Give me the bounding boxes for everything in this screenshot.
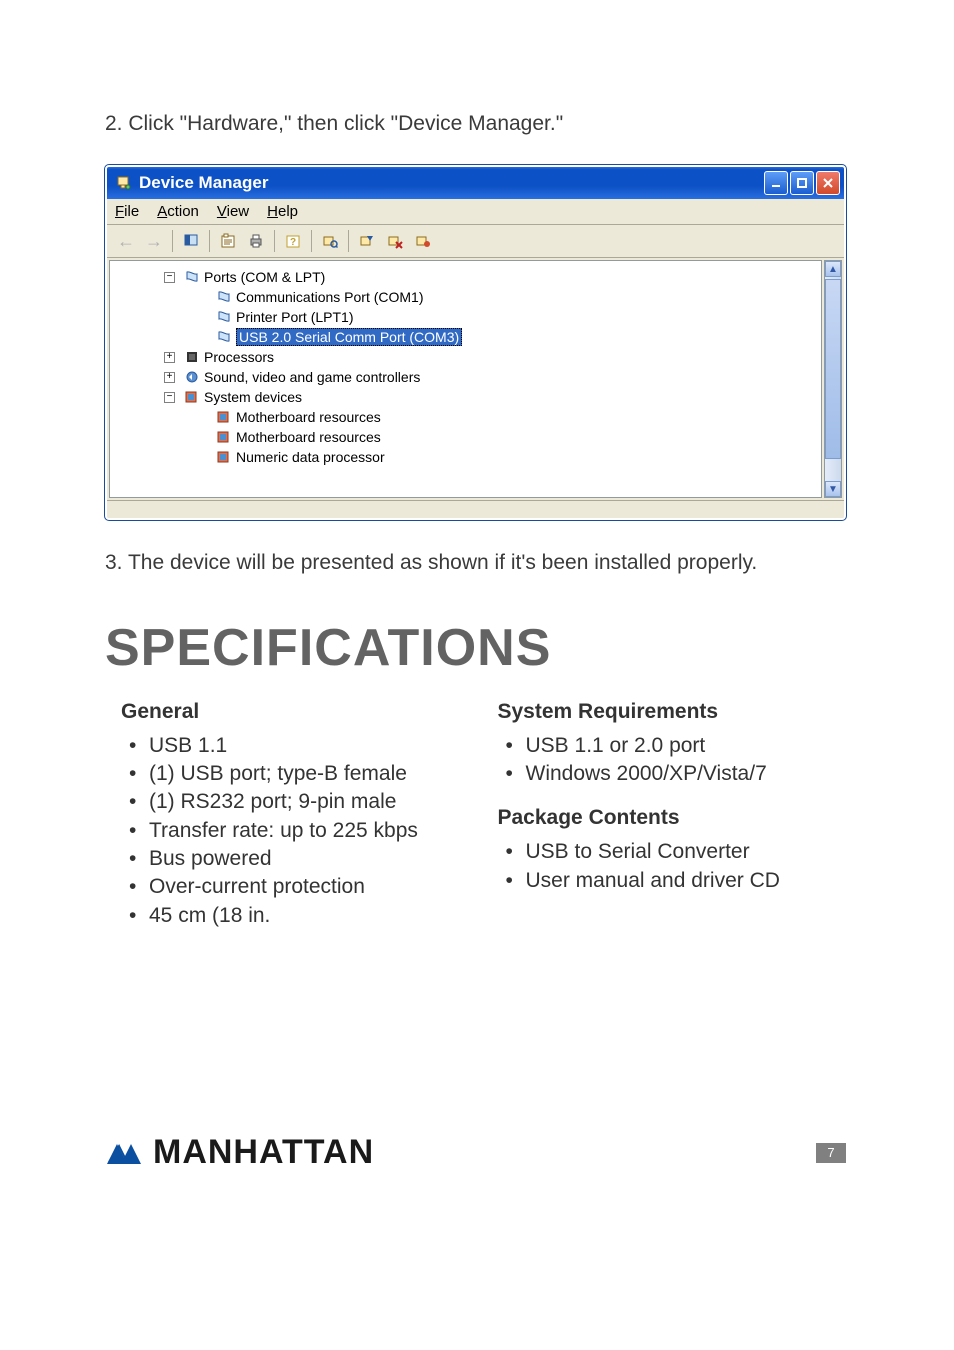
- instruction-step-2: 2. Click "Hardware," then click "Device …: [105, 110, 846, 137]
- tree-label-selected: USB 2.0 Serial Comm Port (COM3): [236, 328, 462, 346]
- menu-file[interactable]: File: [115, 203, 139, 220]
- list-item: User manual and driver CD: [526, 867, 847, 895]
- close-button[interactable]: [816, 171, 840, 195]
- tree-label: Processors: [204, 349, 274, 365]
- svg-text:?: ?: [290, 237, 296, 248]
- device-tree[interactable]: − Ports (COM & LPT) Communications Port …: [109, 260, 822, 498]
- tree-node-lpt1[interactable]: Printer Port (LPT1): [114, 307, 817, 327]
- tree-node-mb1[interactable]: Motherboard resources: [114, 407, 817, 427]
- tree-label: System devices: [204, 389, 302, 405]
- tree-label: Sound, video and game controllers: [204, 369, 420, 385]
- maximize-button[interactable]: [790, 171, 814, 195]
- tree-node-ports[interactable]: − Ports (COM & LPT): [114, 267, 817, 287]
- titlebar[interactable]: Device Manager: [107, 167, 844, 199]
- list-item: (1) USB port; type-B female: [149, 760, 470, 788]
- tree-label: Communications Port (COM1): [236, 289, 424, 305]
- collapse-icon[interactable]: −: [164, 272, 175, 283]
- pkg-list: USB to Serial Converter User manual and …: [498, 838, 847, 895]
- heading-system-requirements: System Requirements: [498, 700, 847, 724]
- brand-mark-icon: [105, 1138, 149, 1168]
- tree-node-com1[interactable]: Communications Port (COM1): [114, 287, 817, 307]
- tree-node-usb-serial[interactable]: USB 2.0 Serial Comm Port (COM3): [114, 327, 817, 347]
- scroll-down-icon[interactable]: ▼: [825, 481, 841, 497]
- port-icon: [216, 309, 232, 325]
- list-item: USB 1.1: [149, 732, 470, 760]
- statusbar: [107, 500, 844, 518]
- scroll-thumb[interactable]: [825, 279, 841, 459]
- tree-node-ndp[interactable]: Numeric data processor: [114, 447, 817, 467]
- tree-label: Ports (COM & LPT): [204, 269, 325, 285]
- device-manager-icon: [115, 174, 133, 192]
- help-icon[interactable]: ?: [280, 228, 306, 254]
- uninstall-icon[interactable]: [354, 228, 380, 254]
- instruction-step-3: 3. The device will be presented as shown…: [105, 548, 846, 577]
- list-item: USB to Serial Converter: [526, 838, 847, 866]
- brand-name: MANHATTAN: [153, 1133, 374, 1172]
- tree-node-mb2[interactable]: Motherboard resources: [114, 427, 817, 447]
- list-item: Bus powered: [149, 845, 470, 873]
- collapse-icon[interactable]: −: [164, 392, 175, 403]
- menu-help[interactable]: Help: [267, 203, 298, 220]
- list-item: Over-current protection: [149, 873, 470, 901]
- scroll-track[interactable]: [825, 277, 841, 481]
- list-item: USB 1.1 or 2.0 port: [526, 732, 847, 760]
- processor-icon: [184, 349, 200, 365]
- tree-node-system-devices[interactable]: − System devices: [114, 387, 817, 407]
- vertical-scrollbar[interactable]: ▲ ▼: [824, 260, 842, 498]
- tree-label: Motherboard resources: [236, 429, 381, 445]
- scroll-up-icon[interactable]: ▲: [825, 261, 841, 277]
- disable-icon[interactable]: [382, 228, 408, 254]
- list-item: (1) RS232 port; 9-pin male: [149, 788, 470, 816]
- back-button[interactable]: ←: [113, 228, 139, 254]
- show-hide-console-icon[interactable]: [178, 228, 204, 254]
- tree-node-sound[interactable]: + Sound, video and game controllers: [114, 367, 817, 387]
- system-device-icon: [216, 429, 232, 445]
- update-driver-icon[interactable]: [410, 228, 436, 254]
- heading-specifications: specifications: [105, 618, 846, 678]
- toolbar-separator: [311, 230, 312, 252]
- heading-package-contents: Package Contents: [498, 806, 847, 830]
- toolbar-separator: [209, 230, 210, 252]
- forward-button[interactable]: →: [141, 228, 167, 254]
- system-device-icon: [216, 409, 232, 425]
- properties-icon[interactable]: [215, 228, 241, 254]
- device-manager-window: Device Manager File Action View Help ← →…: [105, 165, 846, 520]
- expand-icon[interactable]: +: [164, 372, 175, 383]
- page-number: 7: [816, 1143, 846, 1163]
- port-icon: [216, 329, 232, 345]
- general-list: USB 1.1 (1) USB port; type-B female (1) …: [121, 732, 470, 930]
- minimize-button[interactable]: [764, 171, 788, 195]
- system-device-icon: [216, 449, 232, 465]
- window-title: Device Manager: [139, 173, 764, 193]
- toolbar-separator: [274, 230, 275, 252]
- menu-view[interactable]: View: [217, 203, 249, 220]
- sound-icon: [184, 369, 200, 385]
- system-device-icon: [184, 389, 200, 405]
- sysreq-list: USB 1.1 or 2.0 port Windows 2000/XP/Vist…: [498, 732, 847, 789]
- menu-action[interactable]: Action: [157, 203, 199, 220]
- print-icon[interactable]: [243, 228, 269, 254]
- tree-label: Printer Port (LPT1): [236, 309, 353, 325]
- heading-general: General: [121, 700, 470, 724]
- tree-label: Numeric data processor: [236, 449, 385, 465]
- list-item: Transfer rate: up to 225 kbps: [149, 817, 470, 845]
- toolbar-separator: [172, 230, 173, 252]
- list-item: 45 cm (18 in.: [149, 902, 470, 930]
- toolbar: ← → ?: [107, 225, 844, 258]
- toolbar-separator: [348, 230, 349, 252]
- expand-icon[interactable]: +: [164, 352, 175, 363]
- port-icon: [216, 289, 232, 305]
- scan-hardware-icon[interactable]: [317, 228, 343, 254]
- tree-label: Motherboard resources: [236, 409, 381, 425]
- menubar: File Action View Help: [107, 199, 844, 225]
- brand-logo: MANHATTAN: [105, 1133, 374, 1172]
- port-icon: [184, 269, 200, 285]
- list-item: Windows 2000/XP/Vista/7: [526, 760, 847, 788]
- tree-node-processors[interactable]: + Processors: [114, 347, 817, 367]
